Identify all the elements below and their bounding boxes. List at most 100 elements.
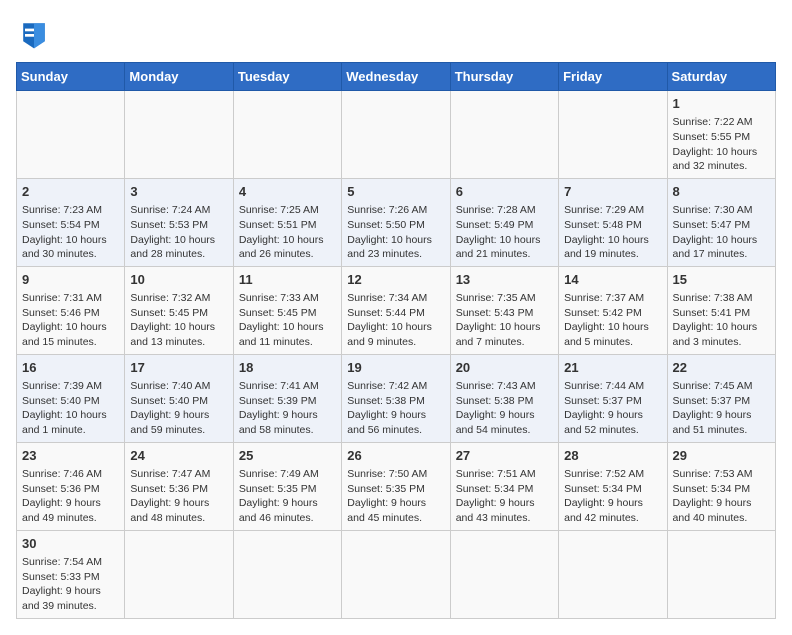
day-info: Sunrise: 7:50 AM Sunset: 5:35 PM Dayligh… <box>347 468 427 524</box>
calendar-cell: 7 Sunrise: 7:29 AM Sunset: 5:48 PM Daylig… <box>559 178 667 266</box>
day-info: Sunrise: 7:24 AM Sunset: 5:53 PM Dayligh… <box>130 204 215 260</box>
day-number: 26 <box>347 447 444 465</box>
day-number: 3 <box>130 183 227 201</box>
calendar-cell: 25Sunrise: 7:49 AM Sunset: 5:35 PM Dayli… <box>233 442 341 530</box>
calendar-cell <box>342 530 450 618</box>
weekday-header-friday: Friday <box>559 63 667 91</box>
day-info: Sunrise: 7:38 AM Sunset: 5:41 PM Dayligh… <box>673 292 758 348</box>
calendar-cell: 23 Sunrise: 7:46 AM Sunset: 5:36 PM Dayli… <box>17 442 125 530</box>
calendar-cell: 3 Sunrise: 7:24 AM Sunset: 5:53 PM Daylig… <box>125 178 233 266</box>
page-header <box>16 16 776 52</box>
day-number: 30 <box>22 535 119 553</box>
logo-icon <box>16 16 52 52</box>
calendar-table: SundayMondayTuesdayWednesdayThursdayFrid… <box>16 62 776 619</box>
day-number: 19 <box>347 359 444 377</box>
day-info: Sunrise: 7:47 AM Sunset: 5:36 PM Dayligh… <box>130 468 210 524</box>
calendar-cell: 9 Sunrise: 7:31 AM Sunset: 5:46 PM Daylig… <box>17 266 125 354</box>
day-number: 1 <box>673 95 770 113</box>
day-number: 28 <box>564 447 661 465</box>
calendar-cell <box>233 530 341 618</box>
day-number: 14 <box>564 271 661 289</box>
day-number: 15 <box>673 271 770 289</box>
day-number: 29 <box>673 447 770 465</box>
day-number: 17 <box>130 359 227 377</box>
calendar-cell: 6Sunrise: 7:28 AM Sunset: 5:49 PM Daylig… <box>450 178 558 266</box>
day-number: 27 <box>456 447 553 465</box>
calendar-cell <box>559 91 667 179</box>
weekday-header-tuesday: Tuesday <box>233 63 341 91</box>
day-info: Sunrise: 7:25 AM Sunset: 5:51 PM Dayligh… <box>239 204 324 260</box>
calendar-cell <box>559 530 667 618</box>
day-info: Sunrise: 7:22 AM Sunset: 5:55 PM Dayligh… <box>673 116 758 172</box>
calendar-cell: 21 Sunrise: 7:44 AM Sunset: 5:37 PM Dayli… <box>559 354 667 442</box>
day-number: 4 <box>239 183 336 201</box>
calendar-cell: 27 Sunrise: 7:51 AM Sunset: 5:34 PM Dayli… <box>450 442 558 530</box>
day-info: Sunrise: 7:52 AM Sunset: 5:34 PM Dayligh… <box>564 468 644 524</box>
calendar-cell: 15 Sunrise: 7:38 AM Sunset: 5:41 PM Dayli… <box>667 266 775 354</box>
calendar-cell <box>125 530 233 618</box>
day-info: Sunrise: 7:33 AM Sunset: 5:45 PM Dayligh… <box>239 292 324 348</box>
day-info: Sunrise: 7:31 AM Sunset: 5:46 PM Dayligh… <box>22 292 107 348</box>
weekday-header-saturday: Saturday <box>667 63 775 91</box>
calendar-cell: 13Sunrise: 7:35 AM Sunset: 5:43 PM Dayli… <box>450 266 558 354</box>
day-number: 6 <box>456 183 553 201</box>
day-info: Sunrise: 7:29 AM Sunset: 5:48 PM Dayligh… <box>564 204 649 260</box>
day-info: Sunrise: 7:49 AM Sunset: 5:35 PM Dayligh… <box>239 468 319 524</box>
calendar-cell: 18Sunrise: 7:41 AM Sunset: 5:39 PM Dayli… <box>233 354 341 442</box>
day-number: 18 <box>239 359 336 377</box>
day-info: Sunrise: 7:30 AM Sunset: 5:47 PM Dayligh… <box>673 204 758 260</box>
day-info: Sunrise: 7:40 AM Sunset: 5:40 PM Dayligh… <box>130 380 210 436</box>
calendar-cell <box>450 530 558 618</box>
calendar-cell: 1 Sunrise: 7:22 AM Sunset: 5:55 PM Daylig… <box>667 91 775 179</box>
day-info: Sunrise: 7:43 AM Sunset: 5:38 PM Dayligh… <box>456 380 536 436</box>
day-number: 9 <box>22 271 119 289</box>
day-number: 5 <box>347 183 444 201</box>
calendar-cell: 2Sunrise: 7:23 AM Sunset: 5:54 PM Daylig… <box>17 178 125 266</box>
day-number: 21 <box>564 359 661 377</box>
day-info: Sunrise: 7:34 AM Sunset: 5:44 PM Dayligh… <box>347 292 432 348</box>
day-number: 2 <box>22 183 119 201</box>
calendar-cell: 26 Sunrise: 7:50 AM Sunset: 5:35 PM Dayli… <box>342 442 450 530</box>
calendar-cell: 20 Sunrise: 7:43 AM Sunset: 5:38 PM Dayli… <box>450 354 558 442</box>
day-info: Sunrise: 7:54 AM Sunset: 5:33 PM Dayligh… <box>22 556 102 612</box>
calendar-cell <box>450 91 558 179</box>
calendar-cell: 30 Sunrise: 7:54 AM Sunset: 5:33 PM Dayli… <box>17 530 125 618</box>
day-info: Sunrise: 7:51 AM Sunset: 5:34 PM Dayligh… <box>456 468 536 524</box>
calendar-cell: 14 Sunrise: 7:37 AM Sunset: 5:42 PM Dayli… <box>559 266 667 354</box>
day-number: 23 <box>22 447 119 465</box>
calendar-cell: 17 Sunrise: 7:40 AM Sunset: 5:40 PM Dayli… <box>125 354 233 442</box>
day-number: 22 <box>673 359 770 377</box>
logo <box>16 16 58 52</box>
day-info: Sunrise: 7:42 AM Sunset: 5:38 PM Dayligh… <box>347 380 427 436</box>
weekday-header-monday: Monday <box>125 63 233 91</box>
calendar-cell: 11 Sunrise: 7:33 AM Sunset: 5:45 PM Dayli… <box>233 266 341 354</box>
day-number: 13 <box>456 271 553 289</box>
day-info: Sunrise: 7:37 AM Sunset: 5:42 PM Dayligh… <box>564 292 649 348</box>
day-info: Sunrise: 7:26 AM Sunset: 5:50 PM Dayligh… <box>347 204 432 260</box>
weekday-header-wednesday: Wednesday <box>342 63 450 91</box>
day-info: Sunrise: 7:53 AM Sunset: 5:34 PM Dayligh… <box>673 468 753 524</box>
calendar-cell: 4 Sunrise: 7:25 AM Sunset: 5:51 PM Daylig… <box>233 178 341 266</box>
calendar-cell: 12Sunrise: 7:34 AM Sunset: 5:44 PM Dayli… <box>342 266 450 354</box>
day-number: 24 <box>130 447 227 465</box>
calendar-cell: 8Sunrise: 7:30 AM Sunset: 5:47 PM Daylig… <box>667 178 775 266</box>
calendar-cell: 10Sunrise: 7:32 AM Sunset: 5:45 PM Dayli… <box>125 266 233 354</box>
day-info: Sunrise: 7:45 AM Sunset: 5:37 PM Dayligh… <box>673 380 753 436</box>
day-info: Sunrise: 7:46 AM Sunset: 5:36 PM Dayligh… <box>22 468 102 524</box>
calendar-cell: 5 Sunrise: 7:26 AM Sunset: 5:50 PM Daylig… <box>342 178 450 266</box>
calendar-cell <box>667 530 775 618</box>
calendar-cell: 28 Sunrise: 7:52 AM Sunset: 5:34 PM Dayli… <box>559 442 667 530</box>
day-number: 7 <box>564 183 661 201</box>
day-info: Sunrise: 7:39 AM Sunset: 5:40 PM Dayligh… <box>22 380 107 436</box>
calendar-cell: 19 Sunrise: 7:42 AM Sunset: 5:38 PM Dayli… <box>342 354 450 442</box>
weekday-header-thursday: Thursday <box>450 63 558 91</box>
calendar-cell <box>342 91 450 179</box>
calendar-cell <box>17 91 125 179</box>
calendar-cell: 16 Sunrise: 7:39 AM Sunset: 5:40 PM Dayli… <box>17 354 125 442</box>
day-number: 16 <box>22 359 119 377</box>
day-info: Sunrise: 7:44 AM Sunset: 5:37 PM Dayligh… <box>564 380 644 436</box>
day-number: 11 <box>239 271 336 289</box>
calendar-cell: 29 Sunrise: 7:53 AM Sunset: 5:34 PM Dayli… <box>667 442 775 530</box>
calendar-cell: 24 Sunrise: 7:47 AM Sunset: 5:36 PM Dayli… <box>125 442 233 530</box>
day-number: 20 <box>456 359 553 377</box>
